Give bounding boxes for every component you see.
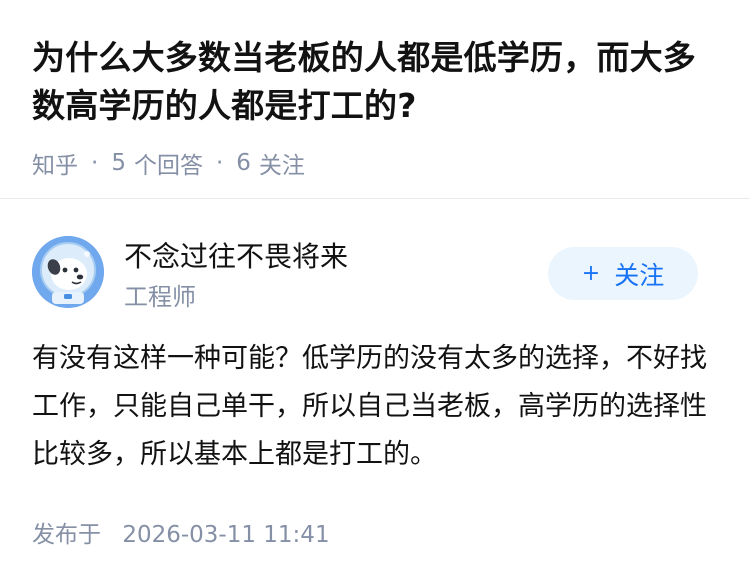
plus-icon: +	[581, 261, 601, 286]
meta-separator: ·	[91, 150, 99, 176]
follow-button[interactable]: + 关注	[548, 247, 698, 300]
follower-count: 6	[236, 150, 251, 176]
question-meta: 知乎 · 5 个回答 · 6 关注	[32, 146, 305, 180]
follow-button-label: 关注	[614, 260, 665, 290]
answer-content[interactable]: 有没有这样一种可能？低学历的没有太多的选择，不好找工作，只能自己单干，所以自己当…	[32, 335, 712, 479]
author-title: 工程师	[124, 283, 196, 311]
answer-count: 5	[111, 150, 126, 176]
avatar[interactable]	[32, 236, 104, 308]
follower-count-label: 关注	[258, 153, 305, 179]
answer-count-label: 个回答	[133, 153, 203, 179]
source-label[interactable]: 知乎	[32, 146, 78, 180]
author-name[interactable]: 不念过往不畏将来	[124, 235, 348, 275]
astronaut-dog-avatar-icon	[32, 236, 104, 308]
question-title[interactable]: 为什么大多数当老板的人都是低学历，而大多数高学历的人都是打工的?	[32, 34, 718, 130]
publish-time: 2026-03-11 11:41	[122, 522, 330, 548]
publish-label: 发布于	[32, 522, 101, 548]
meta-separator: ·	[215, 150, 224, 176]
answer-card: 不念过往不畏将来 工程师 + 关注 有没有这样一种可能？低学历的没有太多的选择，…	[0, 199, 750, 586]
answer-footer: 发布于 2026-03-11 11:41	[32, 515, 330, 549]
